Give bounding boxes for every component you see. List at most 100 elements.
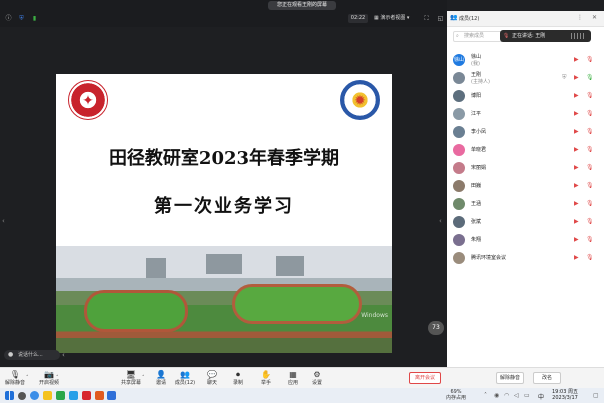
avatar: [453, 144, 465, 156]
video-off-icon[interactable]: ▶: [574, 73, 579, 82]
app-icon[interactable]: [95, 391, 104, 400]
tencent-meeting-icon[interactable]: [107, 391, 116, 400]
memory-indicator[interactable]: 69% 内存占用: [446, 389, 466, 401]
wechat-icon[interactable]: [56, 391, 65, 400]
speaker-bar[interactable]: ● 说话什么...: [4, 350, 60, 360]
members-button[interactable]: 👥 成员(12): [172, 370, 198, 388]
fullscreen-icon[interactable]: ⛶: [422, 14, 431, 23]
chevron-up-icon[interactable]: ˄: [484, 392, 487, 399]
mic-muted-icon[interactable]: 🎙: [586, 217, 594, 226]
record-icon: ⏺: [236, 370, 240, 379]
mic-muted-icon[interactable]: 🎙: [586, 127, 594, 136]
edge-icon[interactable]: [30, 391, 39, 400]
video-off-icon[interactable]: ▶: [574, 217, 579, 226]
video-off-icon[interactable]: ▶: [574, 145, 579, 154]
panel-title: 成员(12): [459, 16, 480, 22]
invite-button[interactable]: 👤 邀请: [148, 370, 174, 388]
participant-row[interactable]: 腾讯环境室会议 ▶ 🎙: [447, 250, 604, 268]
unmute-all-button[interactable]: 解除静音: [496, 372, 524, 384]
mic-muted-icon[interactable]: 🎙: [586, 109, 594, 118]
participant-name: 王涵: [471, 201, 482, 207]
ime-indicator[interactable]: 中: [538, 392, 544, 401]
avatar: [453, 252, 465, 264]
rename-button[interactable]: 改名: [533, 372, 561, 384]
participant-row[interactable]: 张斌 ▶ 🎙: [447, 214, 604, 232]
search-icon[interactable]: [18, 392, 26, 400]
qq-icon[interactable]: [69, 391, 78, 400]
viewing-banner[interactable]: 您正在观看王刚的屏幕: [268, 1, 336, 10]
mic-muted-icon[interactable]: 🎙: [586, 145, 594, 154]
video-off-icon[interactable]: ▶: [574, 91, 579, 100]
mic-muted-icon[interactable]: 🎙: [586, 55, 594, 64]
window-icon[interactable]: ◱: [436, 14, 445, 23]
presentation-slide: ✦ ✹ 田径教研室2023年春季学期 第一次业务学习 Windows: [56, 74, 392, 353]
notification-icon[interactable]: ▢: [593, 392, 599, 399]
participant-row[interactable]: 宋丽娟 ▶ 🎙: [447, 160, 604, 178]
chevron-up-icon[interactable]: ˄: [56, 375, 59, 381]
apps-button[interactable]: ▦ 应用: [280, 370, 306, 388]
video-off-icon[interactable]: ▶: [574, 199, 579, 208]
mic-button[interactable]: 🎙 解除静音: [2, 370, 28, 388]
wps-icon[interactable]: [82, 391, 91, 400]
network-icon[interactable]: ◉: [494, 392, 499, 399]
building: [276, 256, 304, 276]
signal-icon[interactable]: ▮: [30, 14, 39, 23]
search-input[interactable]: ⌕ 搜索成员: [453, 31, 503, 42]
participant-row[interactable]: 王涵 ▶ 🎙: [447, 196, 604, 214]
chevron-up-icon[interactable]: ˄: [26, 375, 29, 381]
video-off-icon[interactable]: ▶: [574, 127, 579, 136]
participant-name: 王刚: [471, 72, 482, 78]
mic-muted-icon[interactable]: 🎙: [586, 253, 594, 262]
participant-name: 博阳: [471, 93, 482, 99]
battery-icon[interactable]: ▭: [524, 392, 530, 399]
mic-icon[interactable]: 🎙: [586, 73, 594, 82]
avatar: [453, 216, 465, 228]
video-off-icon[interactable]: ▶: [574, 253, 579, 262]
participant-row[interactable]: 单晓君 ▶ 🎙: [447, 142, 604, 160]
chevron-right-icon[interactable]: ‹: [439, 217, 442, 225]
chevron-left-icon[interactable]: ‹: [2, 217, 5, 225]
shield-icon: ⛨: [562, 74, 567, 81]
participant-row[interactable]: 徐山 徐山 (我) ▶ 🎙: [447, 52, 604, 70]
wifi-icon[interactable]: ◠: [504, 392, 509, 399]
volume-icon[interactable]: ◁: [514, 392, 519, 399]
close-icon[interactable]: ✕: [592, 14, 597, 21]
top-bar: 您正在观看王刚的屏幕 ⓘ ⛨ ▮ 02:22 ▦ 演示者视图 ▾ ⛶ ◱: [0, 0, 447, 27]
participant-name: 田巍: [471, 183, 482, 189]
video-off-icon[interactable]: ▶: [574, 235, 579, 244]
participant-row[interactable]: 王刚 (主持人) ⛨ ▶ 🎙: [447, 70, 604, 88]
video-off-icon[interactable]: ▶: [574, 109, 579, 118]
mic-muted-icon[interactable]: 🎙: [586, 91, 594, 100]
participant-row[interactable]: 李小凤 ▶ 🎙: [447, 124, 604, 142]
shield-icon[interactable]: ⛨: [17, 14, 26, 23]
view-mode-selector[interactable]: ▦ 演示者视图 ▾: [374, 14, 409, 23]
settings-button[interactable]: ⚙ 设置: [304, 370, 330, 388]
leave-meeting-button[interactable]: 离开会议: [409, 372, 441, 384]
record-button[interactable]: ⏺ 录制: [225, 370, 251, 388]
university-logo-right: ✹: [340, 80, 380, 120]
folder-icon[interactable]: [43, 391, 52, 400]
video-off-icon[interactable]: ▶: [574, 55, 579, 64]
share-button[interactable]: 🖥 共享屏幕: [118, 370, 144, 388]
chevron-up-icon[interactable]: ˄: [142, 375, 145, 381]
mic-muted-icon[interactable]: 🎙: [586, 199, 594, 208]
video-off-icon[interactable]: ▶: [574, 163, 579, 172]
more-icon[interactable]: ⋮: [577, 14, 583, 21]
slide-title: 田径教研室2023年春季学期: [108, 148, 340, 169]
avatar: [453, 180, 465, 192]
chat-button[interactable]: 💬 聊天: [199, 370, 225, 388]
info-icon[interactable]: ⓘ: [4, 14, 13, 23]
mic-muted-icon[interactable]: 🎙: [586, 181, 594, 190]
participant-name: 朱翔: [471, 237, 482, 243]
participant-row[interactable]: 朱翔 ▶ 🎙: [447, 232, 604, 250]
mic-muted-icon[interactable]: 🎙: [586, 235, 594, 244]
participant-row[interactable]: 田巍 ▶ 🎙: [447, 178, 604, 196]
chevron-left-icon[interactable]: ‹: [62, 350, 65, 360]
participant-row[interactable]: 博阳 ▶ 🎙: [447, 88, 604, 106]
raise-hand-button[interactable]: ✋ 举手: [253, 370, 279, 388]
video-off-icon[interactable]: ▶: [574, 181, 579, 190]
system-clock[interactable]: 19:03 周五 2023/3/17: [552, 389, 578, 401]
mic-muted-icon[interactable]: 🎙: [586, 163, 594, 172]
start-icon[interactable]: [5, 391, 14, 400]
participant-row[interactable]: 江平 ▶ 🎙: [447, 106, 604, 124]
